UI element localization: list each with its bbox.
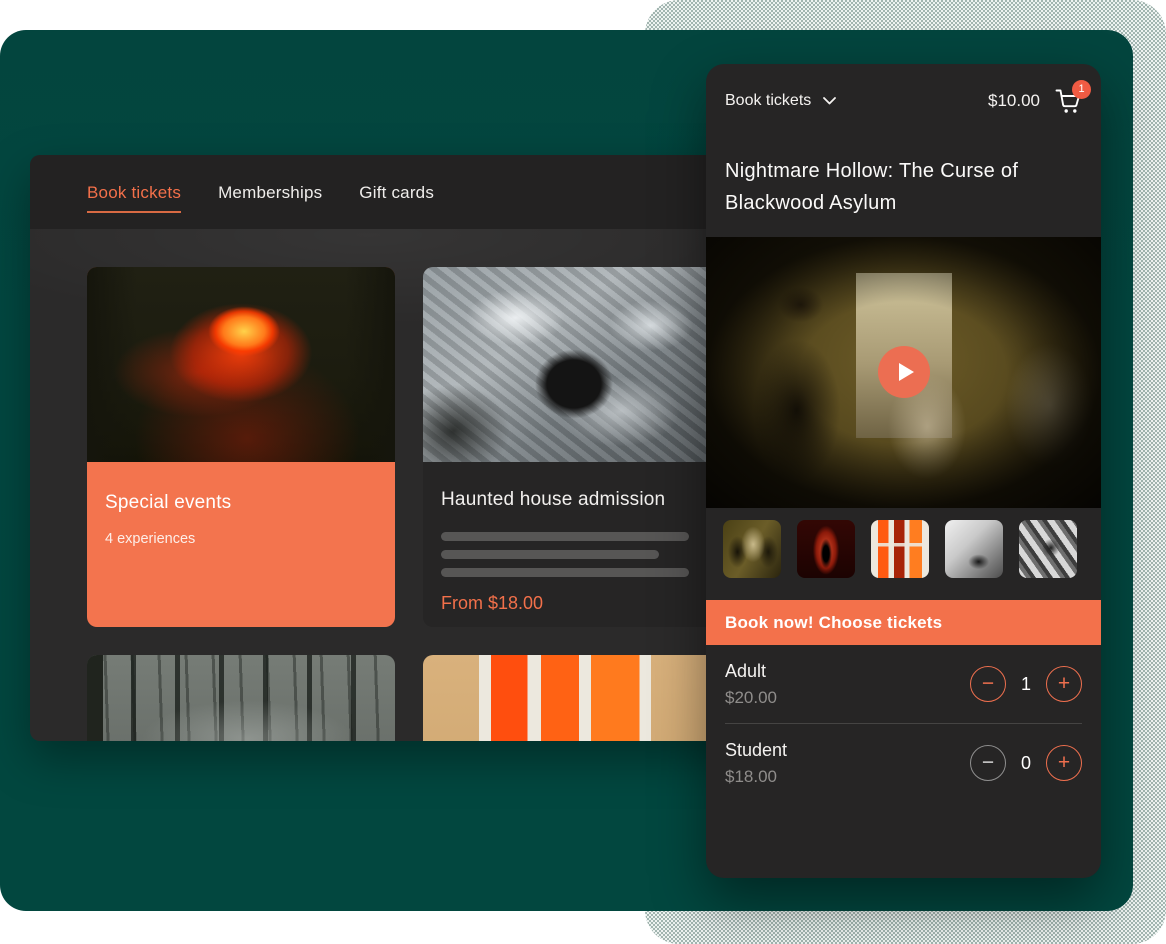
ticket-price: $20.00 [725, 688, 777, 708]
thumbnail[interactable] [723, 520, 781, 578]
forest-image [87, 655, 395, 741]
book-now-banner: Book now! Choose tickets [706, 600, 1101, 645]
thumbnail[interactable] [871, 520, 929, 578]
card-subtitle: 4 experiences [105, 531, 377, 547]
cart-count-badge: 1 [1072, 80, 1091, 99]
skeleton-line [441, 550, 659, 559]
mobile-booking-panel: Book tickets $10.00 1 Nightmare Hollow: … [706, 64, 1101, 878]
marketing-canvas: Book tickets Memberships Gift cards Spec… [0, 0, 1166, 944]
special-events-card-body: Special events 4 experiences [87, 462, 395, 547]
plus-button[interactable]: + [1046, 666, 1082, 702]
card-title: Special events [105, 492, 377, 514]
event-title: Nightmare Hollow: The Curse of Blackwood… [725, 155, 1055, 219]
chevron-down-icon [823, 97, 836, 105]
tab-book-tickets[interactable]: Book tickets [87, 175, 181, 213]
thumbnail[interactable] [945, 520, 1003, 578]
minus-button[interactable]: − [970, 745, 1006, 781]
ticket-info: Student $18.00 [725, 740, 787, 787]
haunted-house-card-body: Haunted house admission From $18.00 [423, 462, 731, 614]
ticket-name: Adult [725, 661, 777, 682]
quantity-value: 0 [1019, 753, 1033, 774]
thumbnail[interactable] [797, 520, 855, 578]
tab-memberships[interactable]: Memberships [218, 175, 322, 213]
pumpkin-figure-image [87, 267, 395, 462]
ticket-info: Adult $20.00 [725, 661, 777, 708]
gallery-thumbnails [706, 508, 1101, 578]
orange-windows-image [423, 655, 731, 741]
card-title: Haunted house admission [441, 489, 713, 511]
tab-gift-cards[interactable]: Gift cards [359, 175, 434, 213]
minus-button[interactable]: − [970, 666, 1006, 702]
ticket-name: Student [725, 740, 787, 761]
dropdown-label: Book tickets [725, 92, 811, 110]
forest-event-card[interactable] [87, 655, 395, 741]
orange-windows-event-card[interactable] [423, 655, 731, 741]
special-events-card[interactable]: Special events 4 experiences [87, 267, 395, 627]
play-button[interactable] [878, 345, 930, 397]
event-card-grid: Special events 4 experiences Haunted hou… [87, 267, 731, 741]
stairwell-image [423, 267, 731, 462]
book-tickets-dropdown[interactable]: Book tickets [725, 92, 836, 110]
card-price-label: From $18.00 [441, 593, 713, 614]
quantity-stepper: − 1 + [970, 666, 1082, 702]
quantity-value: 1 [1019, 674, 1033, 695]
thumbnail[interactable] [1019, 520, 1077, 578]
plus-button[interactable]: + [1046, 745, 1082, 781]
quantity-stepper: − 0 + [970, 745, 1082, 781]
cart-total: $10.00 [988, 91, 1040, 111]
cart-summary: $10.00 1 [988, 88, 1082, 114]
skeleton-line [441, 532, 689, 541]
skeleton-line [441, 568, 689, 577]
panel-header: Book tickets $10.00 1 [706, 64, 1101, 137]
ticket-row-adult: Adult $20.00 − 1 + [706, 645, 1101, 723]
ticket-row-student: Student $18.00 − 0 + [706, 724, 1101, 802]
ticket-price: $18.00 [725, 767, 787, 787]
play-icon [899, 362, 914, 380]
event-video-player[interactable] [706, 237, 1101, 508]
haunted-house-card[interactable]: Haunted house admission From $18.00 [423, 267, 731, 627]
cart-button[interactable]: 1 [1055, 88, 1082, 114]
